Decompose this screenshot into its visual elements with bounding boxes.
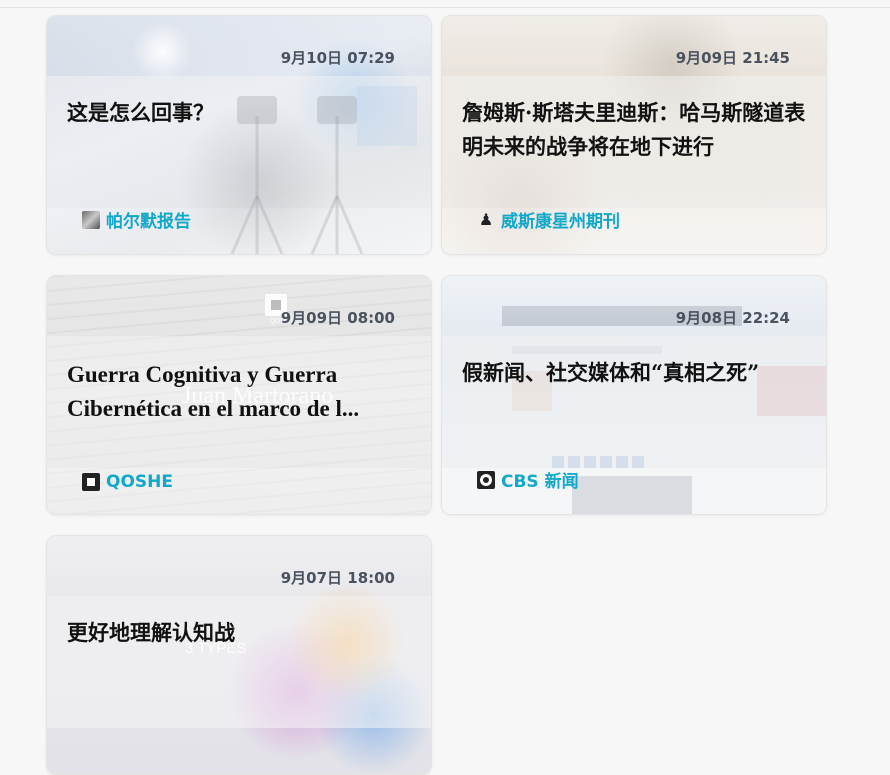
card-source[interactable]: ♟ 威斯康星州期刊 bbox=[477, 207, 620, 232]
card-title[interactable]: Guerra Cognitiva y Guerra Cibernética en… bbox=[67, 358, 413, 426]
card-timestamp: 9月08日 22:24 bbox=[675, 309, 790, 327]
portrait-icon bbox=[82, 210, 100, 229]
card-title[interactable]: 假新闻、社交媒体和“真相之死” bbox=[462, 356, 808, 390]
card-title[interactable]: 这是怎么回事？ bbox=[67, 96, 413, 130]
source-name: QOSHE bbox=[106, 472, 173, 492]
card-timestamp: 9月07日 18:00 bbox=[280, 569, 395, 587]
news-card[interactable]: 9月10日 07:29 这是怎么回事？ 帕尔默报告 bbox=[46, 15, 432, 255]
card-timestamp: 9月09日 21:45 bbox=[675, 49, 790, 67]
news-card[interactable]: 9月08日 22:24 假新闻、社交媒体和“真相之死” CBS 新闻 bbox=[441, 275, 827, 515]
news-card[interactable]: 3 TYPES 9月07日 18:00 更好地理解认知战 bbox=[46, 535, 432, 775]
card-source[interactable]: QOSHE bbox=[82, 472, 173, 492]
top-divider bbox=[0, 0, 890, 8]
card-timestamp: 9月10日 07:29 bbox=[280, 49, 395, 67]
qoshe-logo-icon bbox=[82, 473, 100, 491]
source-name: CBS 新闻 bbox=[501, 472, 579, 492]
cbs-eye-icon bbox=[477, 470, 495, 489]
card-timestamp: 9月09日 08:00 bbox=[280, 309, 395, 327]
card-title[interactable]: 詹姆斯·斯塔夫里迪斯：哈马斯隧道表明未来的战争将在地下进行 bbox=[462, 96, 808, 164]
source-name: 帕尔默报告 bbox=[106, 212, 191, 232]
source-name: 威斯康星州期刊 bbox=[501, 212, 620, 232]
card-source[interactable]: 帕尔默报告 bbox=[82, 207, 191, 232]
news-card[interactable]: 9月09日 21:45 詹姆斯·斯塔夫里迪斯：哈马斯隧道表明未来的战争将在地下进… bbox=[441, 15, 827, 255]
card-source[interactable]: CBS 新闻 bbox=[477, 467, 579, 492]
chess-pawn-icon: ♟ bbox=[478, 210, 494, 229]
news-card[interactable]: QOSHE Juan Martorano 9月09日 08:00 Guerra … bbox=[46, 275, 432, 515]
card-title[interactable]: 更好地理解认知战 bbox=[67, 616, 413, 650]
